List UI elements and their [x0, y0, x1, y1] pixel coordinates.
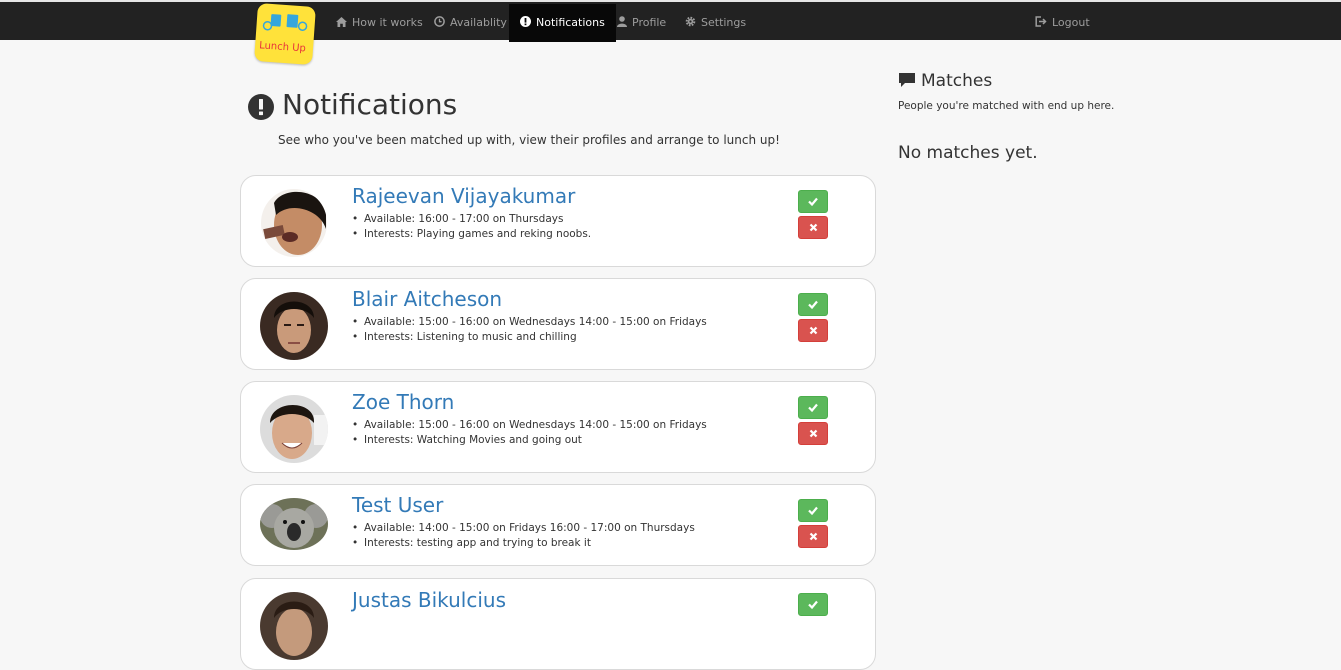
check-icon [808, 403, 818, 412]
logout-icon [1035, 16, 1047, 27]
availability-text: Available: 16:00 - 17:00 on Thursdays [352, 212, 591, 227]
user-icon [617, 16, 627, 27]
notification-card: Rajeevan Vijayakumar Available: 16:00 - … [240, 175, 876, 267]
interests-text: Interests: Watching Movies and going out [352, 433, 707, 448]
avatar[interactable] [260, 395, 328, 463]
accept-button[interactable] [798, 593, 828, 616]
accept-button[interactable] [798, 499, 828, 522]
nav-availability-label: Availablity [450, 16, 507, 29]
availability-text: Available: 15:00 - 16:00 on Wednesdays 1… [352, 315, 707, 330]
interests-text: Interests: Playing games and reking noob… [352, 227, 591, 242]
avatar[interactable] [260, 189, 328, 257]
nav-settings-label: Settings [701, 16, 747, 29]
page-title: Notifications [282, 88, 458, 121]
person-name[interactable]: Zoe Thorn [352, 390, 454, 414]
person-details: Available: 14:00 - 15:00 on Fridays 16:0… [352, 521, 695, 551]
nav-notifications[interactable]: Notifications [509, 4, 616, 42]
nav-settings[interactable]: Settings [685, 4, 746, 42]
person-name[interactable]: Rajeevan Vijayakumar [352, 184, 575, 208]
gear-icon [685, 16, 696, 27]
nav-profile-label: Profile [632, 16, 667, 29]
person-name[interactable]: Test User [352, 493, 443, 517]
notification-card: Blair Aitcheson Available: 15:00 - 16:00… [240, 278, 876, 370]
check-icon [808, 506, 818, 515]
interests-text: Interests: Listening to music and chilli… [352, 330, 707, 345]
reject-button[interactable] [798, 216, 828, 239]
person-details: Available: 15:00 - 16:00 on Wednesdays 1… [352, 418, 707, 448]
avatar[interactable] [260, 498, 328, 550]
avatar[interactable] [260, 292, 328, 360]
availability-text: Available: 15:00 - 16:00 on Wednesdays 1… [352, 418, 707, 433]
nav-availability[interactable]: Availablity [434, 4, 507, 42]
matches-title: Matches [921, 71, 993, 91]
matches-empty-message: No matches yet. [898, 143, 1038, 163]
accept-button[interactable] [798, 396, 828, 419]
check-icon [808, 600, 818, 609]
comment-icon [899, 73, 915, 87]
matches-subtitle: People you're matched with end up here. [898, 100, 1115, 112]
person-details: Available: 15:00 - 16:00 on Wednesdays 1… [352, 315, 707, 345]
person-details: Available: 16:00 - 17:00 on Thursdays In… [352, 212, 591, 242]
nav-how-it-works[interactable]: How it works [336, 4, 423, 42]
logo-graphic: Lunch Up [259, 14, 308, 54]
nav-notifications-label: Notifications [536, 16, 605, 29]
nav-logout[interactable]: Logout [1035, 4, 1090, 42]
availability-text: Available: 14:00 - 15:00 on Fridays 16:0… [352, 521, 695, 536]
notification-card: Justas Bikulcius [240, 578, 876, 670]
reject-button[interactable] [798, 319, 828, 342]
accept-button[interactable] [798, 293, 828, 316]
nav-logout-label: Logout [1052, 16, 1090, 29]
interests-text: Interests: testing app and trying to bre… [352, 536, 695, 551]
page-subtitle: See who you've been matched up with, vie… [278, 133, 780, 147]
notification-card: Zoe Thorn Available: 15:00 - 16:00 on We… [240, 381, 876, 473]
accept-button[interactable] [798, 190, 828, 213]
reject-button[interactable] [798, 525, 828, 548]
close-icon [809, 223, 817, 232]
clock-icon [434, 16, 445, 27]
home-icon [336, 17, 347, 27]
person-name[interactable]: Justas Bikulcius [352, 588, 506, 612]
check-icon [808, 300, 818, 309]
check-icon [808, 197, 818, 206]
nav-profile[interactable]: Profile [617, 4, 666, 42]
lunch-up-logo[interactable]: Lunch Up [254, 3, 316, 65]
avatar[interactable] [260, 592, 328, 660]
notification-card: Test User Available: 14:00 - 15:00 on Fr… [240, 484, 876, 566]
top-navbar: How it works Availablity Notifications P… [0, 2, 1341, 42]
close-icon [809, 326, 817, 335]
close-icon [809, 532, 817, 541]
exclamation-icon [520, 16, 531, 27]
nav-how-it-works-label: How it works [352, 16, 423, 29]
person-name[interactable]: Blair Aitcheson [352, 287, 502, 311]
close-icon [809, 429, 817, 438]
logo-text: Lunch Up [259, 40, 306, 54]
reject-button[interactable] [798, 422, 828, 445]
exclamation-circle-icon [248, 94, 274, 120]
